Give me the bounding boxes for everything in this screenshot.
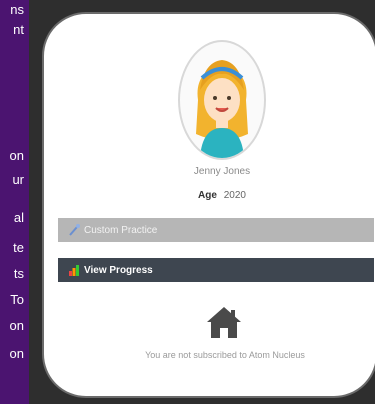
age-label: Age [198, 190, 217, 201]
side-text-line: ts [13, 266, 24, 281]
side-text-line: on [9, 346, 24, 361]
side-text-line: To [10, 292, 24, 307]
subscription-message: You are not subscribed to Atom Nucleus [145, 350, 305, 360]
side-text-line: ns [10, 2, 24, 17]
side-text-line: on [9, 148, 24, 163]
student-name: Jenny Jones [193, 166, 251, 177]
avatar[interactable] [178, 40, 266, 160]
side-text-line: ur [12, 172, 24, 187]
side-text-line: al [13, 210, 24, 225]
girl-avatar-icon [196, 60, 248, 158]
custom-practice-button[interactable]: Custom Practice [58, 218, 374, 242]
wand-icon [69, 224, 80, 236]
custom-practice-label: Custom Practice [84, 224, 158, 236]
age-value: 2020 [223, 190, 246, 201]
view-progress-label: View Progress [84, 264, 153, 276]
side-text-line: on [9, 318, 24, 333]
progress-icon [69, 265, 79, 276]
partial-side-text: ns nt on ur al te ts To on on [0, 0, 26, 404]
age-row: Age 2020 [162, 190, 282, 201]
side-text-line: nt [13, 22, 24, 37]
view-progress-button[interactable]: View Progress [58, 258, 374, 282]
side-text-line: te [13, 240, 24, 255]
home-icon [207, 307, 241, 338]
